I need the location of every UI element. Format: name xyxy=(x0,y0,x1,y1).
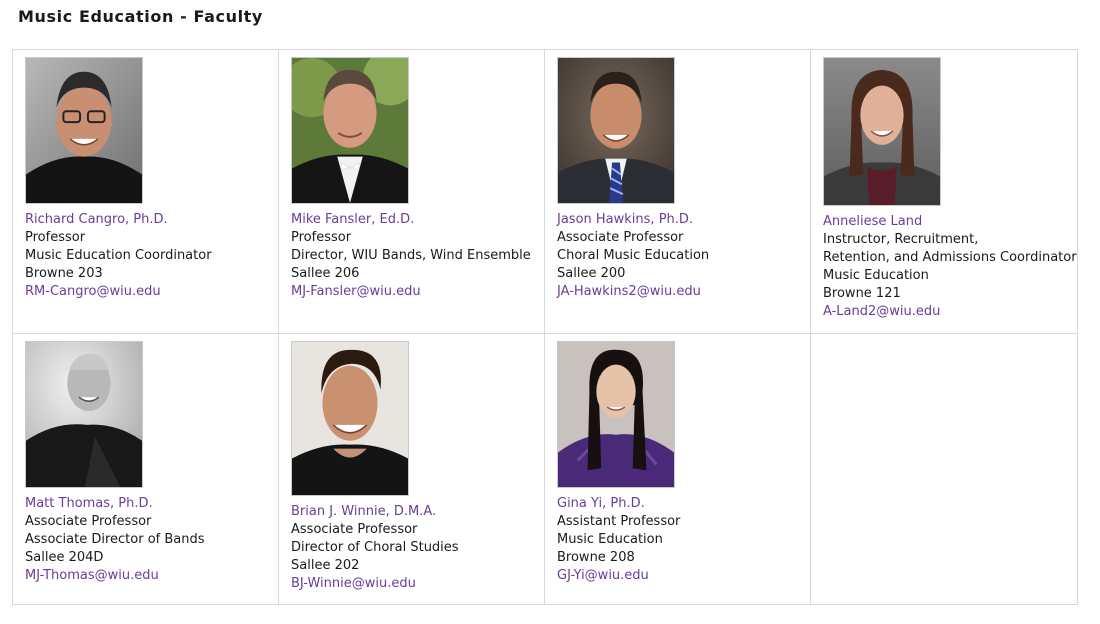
faculty-role: Director of Choral Studies xyxy=(291,540,459,555)
faculty-office: Sallee 200 xyxy=(557,266,626,281)
faculty-name-link[interactable]: Richard Cangro, Ph.D. xyxy=(25,211,278,229)
faculty-photo xyxy=(291,57,409,204)
faculty-card: Brian J. Winnie, D.M.A. Associate Profes… xyxy=(279,334,545,605)
faculty-title: Instructor, Recruitment, xyxy=(823,232,979,247)
faculty-title: Assistant Professor xyxy=(557,514,681,529)
page-title: Music Education - Faculty xyxy=(18,7,263,26)
faculty-photo xyxy=(557,57,675,204)
faculty-office: Browne 203 xyxy=(25,266,103,281)
faculty-office: Browne 208 xyxy=(557,550,635,565)
faculty-email-link[interactable]: BJ-Winnie@wiu.edu xyxy=(291,575,544,593)
faculty-photo xyxy=(291,341,409,496)
faculty-card: Mike Fansler, Ed.D. Professor Director, … xyxy=(279,50,545,334)
faculty-name-link[interactable]: Gina Yi, Ph.D. xyxy=(557,495,810,513)
faculty-name-link[interactable]: Matt Thomas, Ph.D. xyxy=(25,495,278,513)
faculty-email-link[interactable]: MJ-Thomas@wiu.edu xyxy=(25,567,278,585)
faculty-card: Matt Thomas, Ph.D. Associate Professor A… xyxy=(13,334,279,605)
faculty-photo xyxy=(25,341,143,488)
faculty-photo xyxy=(823,57,941,206)
faculty-email-link[interactable]: GJ-Yi@wiu.edu xyxy=(557,567,810,585)
faculty-title: Associate Professor xyxy=(557,230,684,245)
faculty-photo xyxy=(557,341,675,488)
empty-cell xyxy=(811,334,1077,605)
faculty-email-link[interactable]: MJ-Fansler@wiu.edu xyxy=(291,283,544,301)
faculty-email-link[interactable]: RM-Cangro@wiu.edu xyxy=(25,283,278,301)
faculty-office: Sallee 206 xyxy=(291,266,360,281)
faculty-card: Anneliese Land Instructor, Recruitment, … xyxy=(811,50,1077,334)
faculty-role: Director, WIU Bands, Wind Ensemble xyxy=(291,248,531,263)
faculty-email-link[interactable]: JA-Hawkins2@wiu.edu xyxy=(557,283,810,301)
faculty-name-link[interactable]: Mike Fansler, Ed.D. xyxy=(291,211,544,229)
faculty-grid: Richard Cangro, Ph.D. Professor Music Ed… xyxy=(12,49,1078,605)
faculty-card: Jason Hawkins, Ph.D. Associate Professor… xyxy=(545,50,811,334)
faculty-role: Retention, and Admissions Coordinator xyxy=(823,250,1077,265)
faculty-role: Choral Music Education xyxy=(557,248,710,263)
faculty-photo xyxy=(25,57,143,204)
faculty-email-link[interactable]: A-Land2@wiu.edu xyxy=(823,303,1077,321)
faculty-name-link[interactable]: Brian J. Winnie, D.M.A. xyxy=(291,503,544,521)
faculty-office: Sallee 204D xyxy=(25,550,104,565)
faculty-role: Associate Director of Bands xyxy=(25,532,205,547)
faculty-department: Music Education xyxy=(557,532,663,547)
faculty-card: Richard Cangro, Ph.D. Professor Music Ed… xyxy=(13,50,279,334)
faculty-title: Professor xyxy=(25,230,86,245)
faculty-department: Music Education xyxy=(823,268,929,283)
faculty-office: Sallee 202 xyxy=(291,558,360,573)
faculty-role: Music Education Coordinator xyxy=(25,248,212,263)
faculty-title: Professor xyxy=(291,230,352,245)
faculty-name-link[interactable]: Anneliese Land xyxy=(823,213,1077,231)
faculty-card: Gina Yi, Ph.D. Assistant Professor Music… xyxy=(545,334,811,605)
faculty-title: Associate Professor xyxy=(291,522,418,537)
faculty-office: Browne 121 xyxy=(823,286,901,301)
faculty-name-link[interactable]: Jason Hawkins, Ph.D. xyxy=(557,211,810,229)
faculty-title: Associate Professor xyxy=(25,514,152,529)
